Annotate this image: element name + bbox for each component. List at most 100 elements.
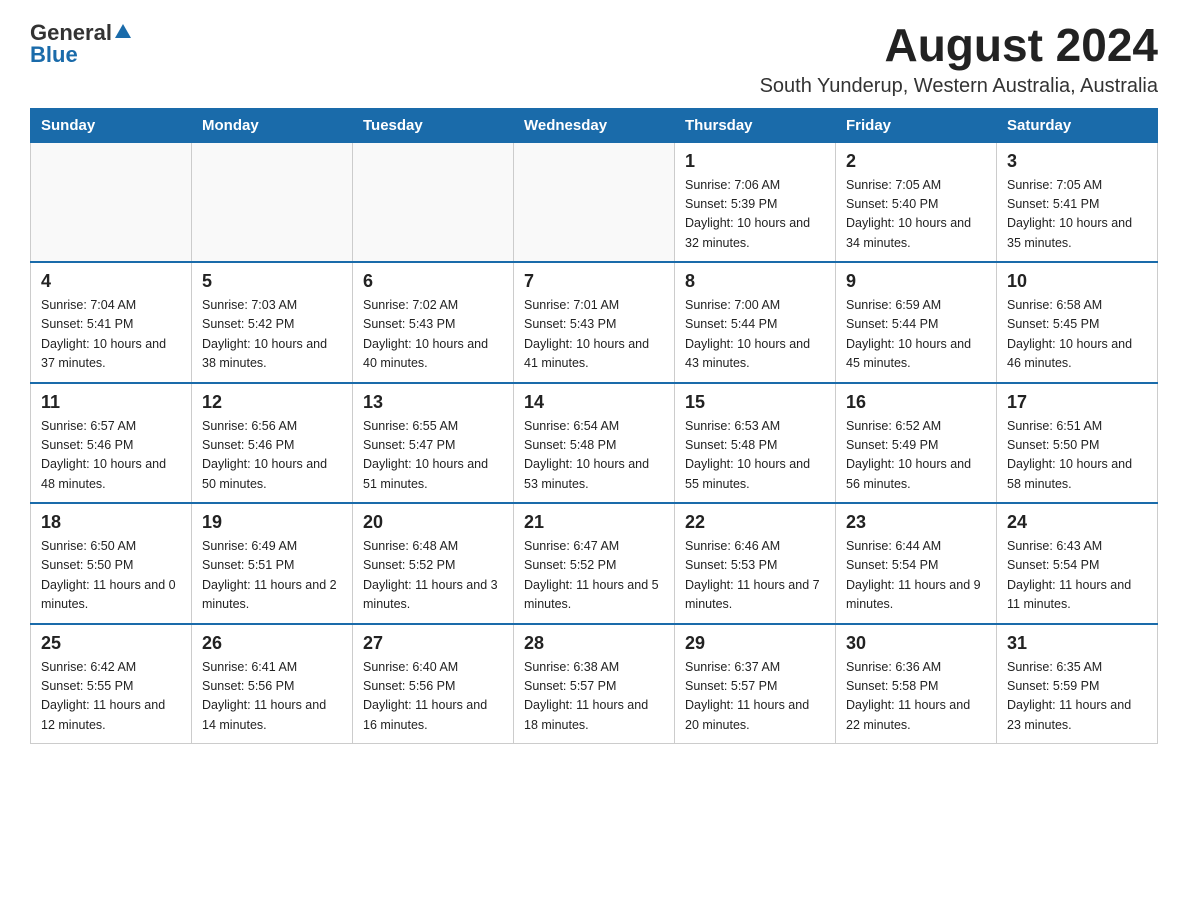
day-number: 24: [1007, 512, 1147, 533]
day-number: 15: [685, 392, 825, 413]
table-row: 10 Sunrise: 6:58 AMSunset: 5:45 PMDayligh…: [997, 262, 1158, 383]
day-number: 18: [41, 512, 181, 533]
table-row: 13 Sunrise: 6:55 AMSunset: 5:47 PMDayligh…: [353, 383, 514, 504]
table-row: 4 Sunrise: 7:04 AMSunset: 5:41 PMDaylight…: [31, 262, 192, 383]
day-number: 31: [1007, 633, 1147, 654]
day-number: 26: [202, 633, 342, 654]
col-saturday: Saturday: [997, 108, 1158, 142]
table-row: 25 Sunrise: 6:42 AMSunset: 5:55 PMDayligh…: [31, 624, 192, 744]
col-wednesday: Wednesday: [514, 108, 675, 142]
table-row: 1 Sunrise: 7:06 AMSunset: 5:39 PMDaylight…: [675, 142, 836, 262]
col-sunday: Sunday: [31, 108, 192, 142]
sun-info: Sunrise: 7:00 AMSunset: 5:44 PMDaylight:…: [685, 296, 825, 374]
day-number: 7: [524, 271, 664, 292]
sun-info: Sunrise: 6:47 AMSunset: 5:52 PMDaylight:…: [524, 537, 664, 615]
calendar-table: Sunday Monday Tuesday Wednesday Thursday…: [30, 108, 1158, 745]
sun-info: Sunrise: 7:06 AMSunset: 5:39 PMDaylight:…: [685, 176, 825, 254]
calendar-week-row: 4 Sunrise: 7:04 AMSunset: 5:41 PMDaylight…: [31, 262, 1158, 383]
sun-info: Sunrise: 6:51 AMSunset: 5:50 PMDaylight:…: [1007, 417, 1147, 495]
table-row: 19 Sunrise: 6:49 AMSunset: 5:51 PMDayligh…: [192, 503, 353, 624]
calendar-header-row: Sunday Monday Tuesday Wednesday Thursday…: [31, 108, 1158, 142]
day-number: 30: [846, 633, 986, 654]
sun-info: Sunrise: 6:41 AMSunset: 5:56 PMDaylight:…: [202, 658, 342, 736]
day-number: 12: [202, 392, 342, 413]
table-row: 29Sunrise: 6:37 AMSunset: 5:57 PMDayligh…: [675, 624, 836, 744]
table-row: 20Sunrise: 6:48 AMSunset: 5:52 PMDayligh…: [353, 503, 514, 624]
table-row: 8Sunrise: 7:00 AMSunset: 5:44 PMDaylight…: [675, 262, 836, 383]
table-row: [31, 142, 192, 262]
table-row: 2 Sunrise: 7:05 AMSunset: 5:40 PMDaylight…: [836, 142, 997, 262]
day-number: 6: [363, 271, 503, 292]
day-number: 17: [1007, 392, 1147, 413]
sun-info: Sunrise: 6:58 AMSunset: 5:45 PMDaylight:…: [1007, 296, 1147, 374]
sun-info: Sunrise: 6:52 AMSunset: 5:49 PMDaylight:…: [846, 417, 986, 495]
day-number: 19: [202, 512, 342, 533]
day-number: 23: [846, 512, 986, 533]
sun-info: Sunrise: 6:42 AMSunset: 5:55 PMDaylight:…: [41, 658, 181, 736]
day-number: 27: [363, 633, 503, 654]
day-number: 16: [846, 392, 986, 413]
day-number: 2: [846, 151, 986, 172]
sun-info: Sunrise: 6:40 AMSunset: 5:56 PMDaylight:…: [363, 658, 503, 736]
sun-info: Sunrise: 6:56 AMSunset: 5:46 PMDaylight:…: [202, 417, 342, 495]
sun-info: Sunrise: 6:46 AMSunset: 5:53 PMDaylight:…: [685, 537, 825, 615]
table-row: 22 Sunrise: 6:46 AMSunset: 5:53 PMDayligh…: [675, 503, 836, 624]
logo: General Blue: [30, 20, 132, 68]
table-row: 26 Sunrise: 6:41 AMSunset: 5:56 PMDayligh…: [192, 624, 353, 744]
day-number: 14: [524, 392, 664, 413]
sun-info: Sunrise: 6:38 AMSunset: 5:57 PMDaylight:…: [524, 658, 664, 736]
table-row: 16 Sunrise: 6:52 AMSunset: 5:49 PMDayligh…: [836, 383, 997, 504]
day-number: 4: [41, 271, 181, 292]
table-row: 15Sunrise: 6:53 AMSunset: 5:48 PMDayligh…: [675, 383, 836, 504]
day-number: 13: [363, 392, 503, 413]
sun-info: Sunrise: 7:05 AMSunset: 5:40 PMDaylight:…: [846, 176, 986, 254]
sun-info: Sunrise: 6:55 AMSunset: 5:47 PMDaylight:…: [363, 417, 503, 495]
day-number: 1: [685, 151, 825, 172]
calendar-week-row: 11Sunrise: 6:57 AMSunset: 5:46 PMDayligh…: [31, 383, 1158, 504]
sun-info: Sunrise: 6:49 AMSunset: 5:51 PMDaylight:…: [202, 537, 342, 615]
table-row: 5Sunrise: 7:03 AMSunset: 5:42 PMDaylight…: [192, 262, 353, 383]
sun-info: Sunrise: 7:04 AMSunset: 5:41 PMDaylight:…: [41, 296, 181, 374]
sun-info: Sunrise: 6:48 AMSunset: 5:52 PMDaylight:…: [363, 537, 503, 615]
table-row: 23 Sunrise: 6:44 AMSunset: 5:54 PMDayligh…: [836, 503, 997, 624]
logo-triangle-icon: [114, 22, 132, 45]
page-header: General Blue August 2024 South Yunderup,…: [30, 20, 1158, 98]
sun-info: Sunrise: 6:43 AMSunset: 5:54 PMDaylight:…: [1007, 537, 1147, 615]
sun-info: Sunrise: 7:05 AMSunset: 5:41 PMDaylight:…: [1007, 176, 1147, 254]
table-row: 18Sunrise: 6:50 AMSunset: 5:50 PMDayligh…: [31, 503, 192, 624]
sun-info: Sunrise: 6:57 AMSunset: 5:46 PMDaylight:…: [41, 417, 181, 495]
day-number: 28: [524, 633, 664, 654]
table-row: 7 Sunrise: 7:01 AMSunset: 5:43 PMDaylight…: [514, 262, 675, 383]
table-row: [353, 142, 514, 262]
calendar-week-row: 1 Sunrise: 7:06 AMSunset: 5:39 PMDaylight…: [31, 142, 1158, 262]
table-row: 27 Sunrise: 6:40 AMSunset: 5:56 PMDayligh…: [353, 624, 514, 744]
day-number: 3: [1007, 151, 1147, 172]
location-text: South Yunderup, Western Australia, Austr…: [760, 75, 1158, 98]
sun-info: Sunrise: 7:01 AMSunset: 5:43 PMDaylight:…: [524, 296, 664, 374]
table-row: 3 Sunrise: 7:05 AMSunset: 5:41 PMDaylight…: [997, 142, 1158, 262]
logo-blue-text: Blue: [30, 42, 78, 68]
table-row: 28 Sunrise: 6:38 AMSunset: 5:57 PMDayligh…: [514, 624, 675, 744]
table-row: 21 Sunrise: 6:47 AMSunset: 5:52 PMDayligh…: [514, 503, 675, 624]
table-row: 24 Sunrise: 6:43 AMSunset: 5:54 PMDayligh…: [997, 503, 1158, 624]
sun-info: Sunrise: 6:44 AMSunset: 5:54 PMDaylight:…: [846, 537, 986, 615]
day-number: 21: [524, 512, 664, 533]
table-row: 12 Sunrise: 6:56 AMSunset: 5:46 PMDayligh…: [192, 383, 353, 504]
day-number: 25: [41, 633, 181, 654]
table-row: 14Sunrise: 6:54 AMSunset: 5:48 PMDayligh…: [514, 383, 675, 504]
calendar-week-row: 18Sunrise: 6:50 AMSunset: 5:50 PMDayligh…: [31, 503, 1158, 624]
table-row: 17 Sunrise: 6:51 AMSunset: 5:50 PMDayligh…: [997, 383, 1158, 504]
col-friday: Friday: [836, 108, 997, 142]
table-row: [192, 142, 353, 262]
title-block: August 2024 South Yunderup, Western Aust…: [760, 20, 1158, 98]
col-monday: Monday: [192, 108, 353, 142]
sun-info: Sunrise: 6:36 AMSunset: 5:58 PMDaylight:…: [846, 658, 986, 736]
sun-info: Sunrise: 6:35 AMSunset: 5:59 PMDaylight:…: [1007, 658, 1147, 736]
sun-info: Sunrise: 6:37 AMSunset: 5:57 PMDaylight:…: [685, 658, 825, 736]
calendar-week-row: 25 Sunrise: 6:42 AMSunset: 5:55 PMDayligh…: [31, 624, 1158, 744]
table-row: [514, 142, 675, 262]
day-number: 10: [1007, 271, 1147, 292]
day-number: 5: [202, 271, 342, 292]
month-year-heading: August 2024: [760, 20, 1158, 71]
day-number: 22: [685, 512, 825, 533]
